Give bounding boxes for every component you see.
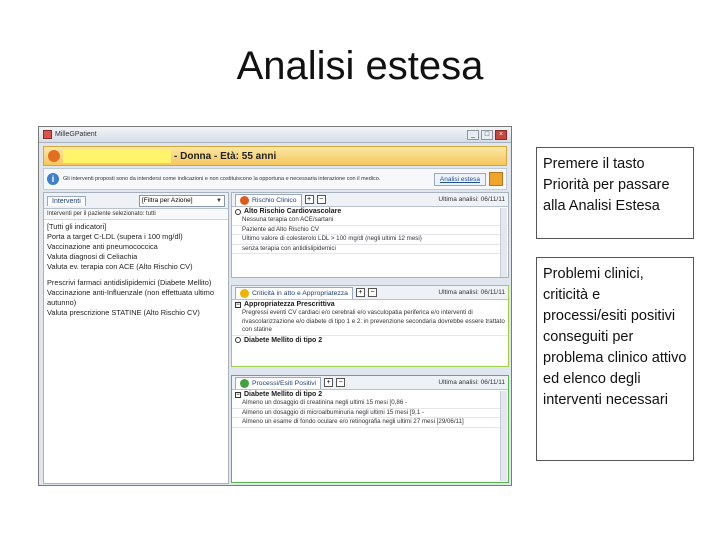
window-title: MilleGPatient [55, 131, 97, 138]
tab-label: Criticità in atto e Appropriatezza [252, 289, 348, 297]
scrollbar[interactable] [500, 208, 507, 277]
list-item[interactable]: Valuta ev. terapia con ACE (Alto Rischio… [47, 262, 225, 272]
tab-processi[interactable]: Processi/Esiti Positivi [235, 376, 322, 389]
expand-icon[interactable]: + [355, 288, 365, 297]
tab-interventi[interactable]: Interventi [47, 195, 86, 206]
tab-label: Processi/Esiti Positivi [252, 379, 317, 387]
app-window: MilleGPatient _ □ × - Donna - Età: 55 an… [38, 126, 512, 486]
callout-priorita: Premere il tasto Priorità per passare al… [536, 147, 694, 239]
radio-icon [235, 208, 241, 215]
green-status-icon [240, 378, 249, 388]
list-item[interactable]: Porta a target C-LDL (supera i 100 mg/dl… [47, 232, 225, 242]
expand-icon[interactable]: + [324, 378, 334, 387]
radio-icon [235, 337, 241, 343]
priority-icon[interactable] [489, 172, 503, 186]
group-label: Appropriatezza Prescrittiva [244, 301, 335, 308]
info-text: Gli interventi proposti sono da intender… [63, 175, 381, 182]
collapse-box-icon: − [235, 301, 241, 308]
last-analysis-date: Ultima analisi: 06/11/11 [438, 196, 505, 203]
processi-panel: Processi/Esiti Positivi + − Ultima anali… [231, 375, 509, 483]
interventi-list: [Tutti gli indicatori] Porta a target C-… [44, 220, 228, 320]
analisi-estesa-button[interactable]: Analisi estesa [433, 172, 486, 186]
table-row: Nessuna terapia con ACE/sartani [232, 216, 508, 226]
patient-icon [48, 150, 60, 162]
table-row: Ultimo valore di colesterolo LDL > 100 m… [232, 235, 508, 245]
minimize-button[interactable]: _ [467, 129, 479, 140]
title-bar: MilleGPatient _ □ × [39, 127, 511, 143]
list-item[interactable]: Valuta prescrizione STATINE (Alto Rischi… [47, 308, 225, 318]
last-analysis-date: Ultima analisi: 06/11/11 [438, 289, 505, 296]
interventi-subheader: Interventi per il paziente selezionato: … [44, 209, 228, 220]
collapse-box-icon: − [235, 391, 241, 398]
table-row: senza terapia con antidislipidemici [232, 245, 508, 254]
group-label: Alto Rischio Cardiovascolare [244, 208, 342, 215]
info-bar: i Gli interventi proposti sono da intend… [43, 168, 507, 190]
list-item-all[interactable]: [Tutti gli indicatori] [47, 222, 106, 231]
tab-rischio-clinico[interactable]: Rischio Clinico [235, 193, 302, 206]
group-label: Diabete Mellito di tipo 2 [244, 336, 323, 344]
rischio-panel: Rischio Clinico + − Ultima analisi: 06/1… [231, 192, 509, 278]
patient-info: - Donna - Età: 55 anni [174, 150, 277, 162]
list-item[interactable]: Vaccinazione anti pneumococcica [47, 242, 225, 252]
chevron-down-icon: ▼ [216, 197, 222, 204]
patient-name-redacted [63, 149, 171, 163]
filter-select[interactable]: [Filtra per Azione] ▼ [139, 194, 225, 207]
processi-header: Processi/Esiti Positivi + − Ultima anali… [232, 376, 508, 390]
close-button[interactable]: × [495, 129, 507, 140]
table-row: Pregressi eventi CV cardiaci e/o cerebra… [232, 309, 508, 336]
table-row: Almeno un dosaggio di microalbuminuria n… [232, 409, 508, 418]
app-icon [43, 130, 52, 139]
collapse-icon[interactable]: − [367, 288, 377, 297]
table-row: Almeno un dosaggio di creatinina negli u… [232, 399, 508, 409]
rischio-group[interactable]: Alto Rischio Cardiovascolare [232, 207, 508, 216]
interventi-panel: Interventi [Filtra per Azione] ▼ Interve… [43, 192, 229, 484]
rischio-header: Rischio Clinico + − Ultima analisi: 06/1… [232, 193, 508, 207]
patient-bar: - Donna - Età: 55 anni [43, 146, 507, 166]
processi-group[interactable]: − Diabete Mellito di tipo 2 [232, 390, 508, 399]
collapse-icon[interactable]: − [336, 378, 346, 387]
filter-value: [Filtra per Azione] [142, 197, 193, 204]
criticita-group[interactable]: − Appropriatezza Prescrittiva [232, 300, 508, 309]
group-label: Diabete Mellito di tipo 2 [244, 391, 323, 398]
callout-problemi: Problemi clinici, criticità e processi/e… [536, 257, 694, 461]
last-analysis-date: Ultima analisi: 06/11/11 [438, 379, 505, 386]
slide-title: Analisi estesa [236, 44, 484, 88]
list-item[interactable]: Prescrivi farmaci antidislipidemici (Dia… [47, 278, 225, 288]
scrollbar[interactable] [500, 391, 507, 481]
orange-status-icon [240, 195, 249, 205]
table-row: Almeno un esame di fondo oculare e/o ret… [232, 418, 508, 428]
criticita-footer[interactable]: Diabete Mellito di tipo 2 [232, 336, 508, 345]
maximize-button[interactable]: □ [481, 129, 493, 140]
list-item[interactable]: Vaccinazione anti-Influenzale (non effet… [47, 288, 225, 308]
table-row: Paziente ad Alto Rischio CV [232, 226, 508, 235]
tab-criticita[interactable]: Criticità in atto e Appropriatezza [235, 286, 353, 299]
interventi-header: Interventi [Filtra per Azione] ▼ [44, 193, 228, 209]
collapse-icon[interactable]: − [316, 195, 326, 204]
info-icon: i [47, 173, 59, 185]
criticita-header: Criticità in atto e Appropriatezza + − U… [232, 286, 508, 300]
tab-label: Rischio Clinico [252, 196, 297, 204]
yellow-status-icon [240, 288, 249, 298]
criticita-panel: Criticità in atto e Appropriatezza + − U… [231, 285, 509, 367]
list-item[interactable]: Valuta diagnosi di Celiachia [47, 252, 225, 262]
expand-icon[interactable]: + [304, 195, 314, 204]
